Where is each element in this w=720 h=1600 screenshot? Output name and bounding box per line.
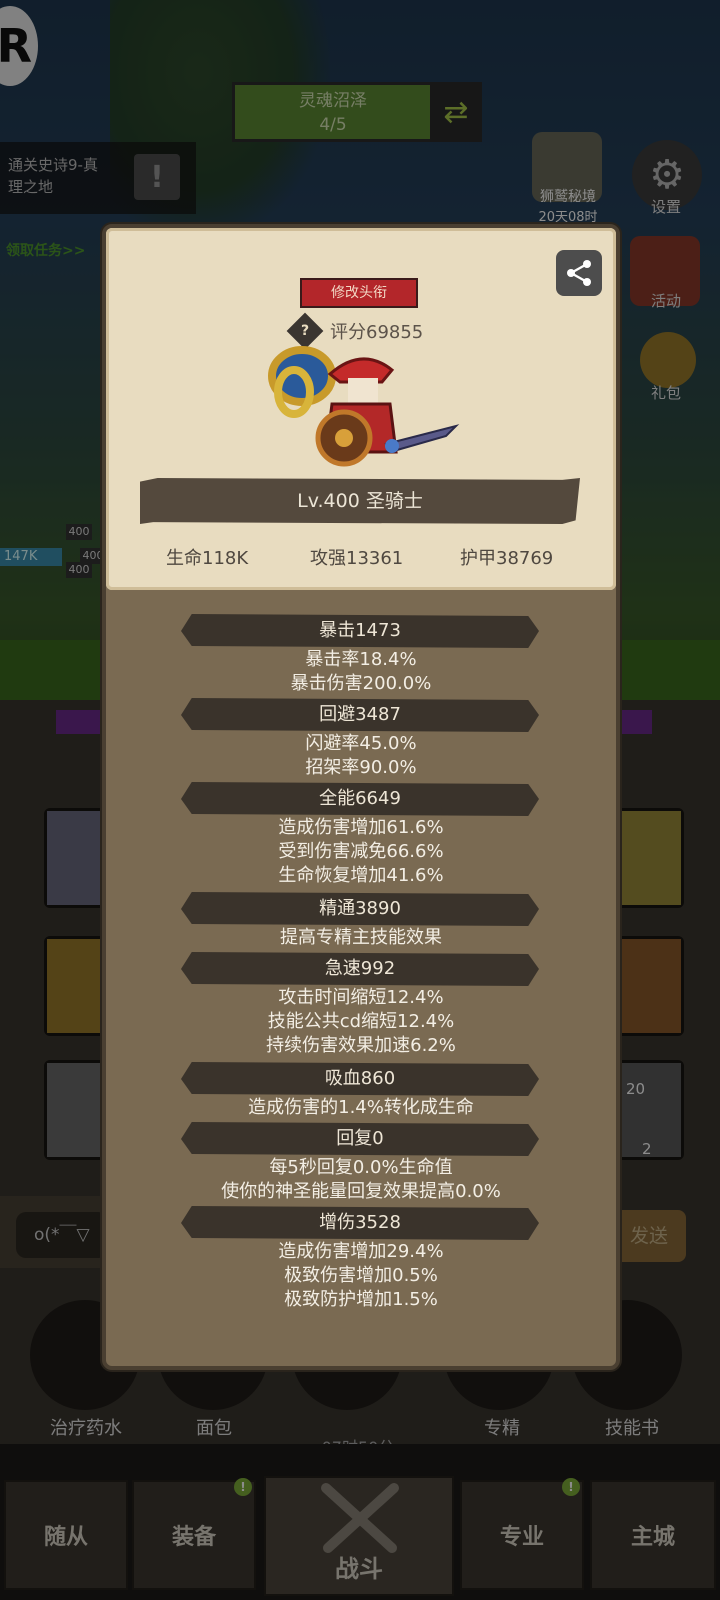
- stat-hp: 生命118K: [166, 548, 249, 569]
- stat-group-header: 吸血860: [181, 1062, 539, 1096]
- share-icon: [567, 260, 591, 286]
- stat-group-header: 回复0: [181, 1122, 539, 1156]
- stat-line: 持续伤害效果加速6.2%: [266, 1035, 456, 1056]
- stat-line: 极致伤害增加0.5%: [284, 1265, 438, 1286]
- stat-line: 受到伤害减免66.6%: [278, 841, 444, 862]
- stat-line: 极致防护增加1.5%: [284, 1289, 438, 1310]
- level-class-banner: Lv.400 圣骑士: [140, 478, 580, 524]
- stat-line: 暴击率18.4%: [305, 649, 417, 670]
- share-button[interactable]: [556, 250, 602, 296]
- stat-armor: 护甲38769: [460, 548, 554, 569]
- stat-group-header: 急速992: [181, 952, 539, 986]
- stat-line: 闪避率45.0%: [305, 733, 417, 754]
- stat-line: 造成伤害增加29.4%: [278, 1241, 444, 1262]
- stat-line: 生命恢复增加41.6%: [278, 865, 444, 886]
- help-icon-glyph: ?: [300, 323, 310, 339]
- edit-title-button[interactable]: 修改头衔: [300, 278, 418, 308]
- stat-attack: 攻强13361: [310, 548, 404, 569]
- stat-group-header: 精通3890: [181, 892, 539, 926]
- stat-group-header: 增伤3528: [181, 1206, 539, 1240]
- stat-line: 技能公共cd缩短12.4%: [267, 1011, 455, 1032]
- stat-line: 每5秒回复0.0%生命值: [269, 1157, 453, 1178]
- stat-group-header: 回避3487: [181, 698, 539, 732]
- stat-line: 提高专精主技能效果: [280, 927, 442, 948]
- stat-line: 招架率90.0%: [305, 757, 417, 778]
- stat-line: 使你的神圣能量回复效果提高0.0%: [221, 1181, 501, 1202]
- stat-line: 暴击伤害200.0%: [290, 673, 432, 694]
- stat-line: 造成伤害的1.4%转化成生命: [248, 1097, 474, 1118]
- hero-avatar: [268, 346, 460, 467]
- stat-group-header: 全能6649: [181, 782, 539, 816]
- stat-line: 造成伤害增加61.6%: [278, 817, 444, 838]
- stat-line: 攻击时间缩短12.4%: [278, 987, 444, 1008]
- stat-group-header: 暴击1473: [181, 614, 539, 648]
